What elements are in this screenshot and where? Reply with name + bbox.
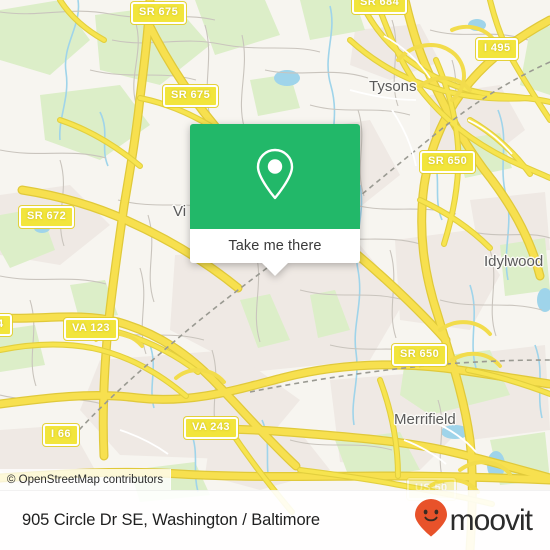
shield-sr-675-north: SR 675: [131, 2, 187, 24]
take-me-there-label: Take me there: [228, 238, 322, 254]
place-label-merrifield: Merrifield: [394, 411, 456, 428]
shield-sr-650-north: SR 650: [420, 151, 476, 173]
map-attribution[interactable]: © OpenStreetMap contributors: [0, 469, 172, 490]
take-me-there-popup[interactable]: Take me there: [190, 124, 360, 276]
attribution-text: © OpenStreetMap contributors: [7, 473, 164, 486]
take-me-there-button[interactable]: Take me there: [190, 229, 360, 276]
moovit-logo[interactable]: moovit: [414, 498, 533, 543]
moovit-wordmark: moovit: [449, 503, 533, 537]
address-label: 905 Circle Dr SE, Washington / Baltimore: [22, 511, 321, 529]
place-label-tysons: Tysons: [369, 78, 417, 95]
map-viewport[interactable]: SR 675 SR 684 I 495 SR 675 SR 650 SR 672…: [0, 0, 550, 550]
shield-va-123: VA 123: [64, 318, 118, 340]
shield-partial-left: 4: [0, 314, 12, 336]
shield-i-66: I 66: [43, 424, 79, 446]
footer-bar: 905 Circle Dr SE, Washington / Baltimore…: [0, 490, 550, 550]
popup-pointer-tip: [262, 263, 288, 276]
shield-i-495: I 495: [476, 38, 519, 60]
location-pin-icon: [254, 147, 296, 206]
moovit-pin-icon: [414, 498, 448, 543]
popup-pin-panel: [190, 124, 360, 229]
shield-sr-650-south: SR 650: [392, 344, 448, 366]
shield-sr-684: SR 684: [352, 0, 408, 14]
shield-va-243: VA 243: [184, 417, 238, 439]
shield-sr-675-south: SR 675: [163, 85, 219, 107]
shield-sr-672: SR 672: [19, 206, 75, 228]
place-label-vienna: Vi: [173, 203, 187, 220]
place-label-idylwood: Idylwood: [484, 253, 544, 270]
